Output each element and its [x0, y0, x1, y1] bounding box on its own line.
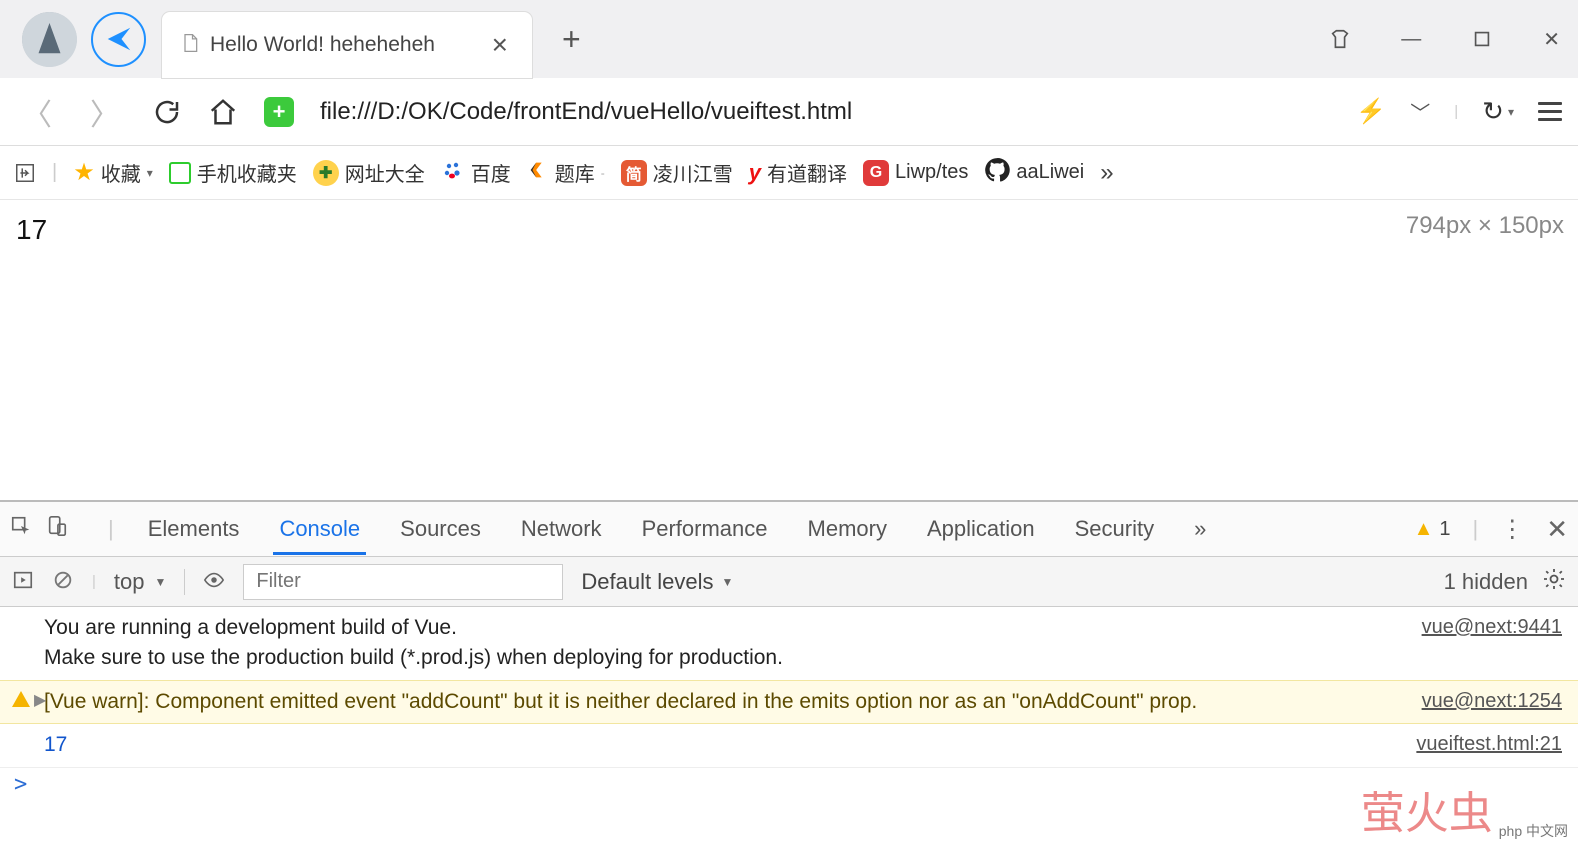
context-selector[interactable]: top▼: [114, 569, 185, 595]
restore-button[interactable]: ↻▾: [1482, 96, 1514, 127]
tiku-icon: [527, 159, 549, 187]
console-info-message: vue@next:9441 You are running a developm…: [0, 607, 1578, 680]
bolt-icon[interactable]: ⚡: [1356, 97, 1386, 126]
profile-avatar[interactable]: [22, 12, 77, 67]
console-clear-button[interactable]: [52, 569, 74, 595]
console-log-message: vueiftest.html:21 17: [0, 724, 1578, 766]
star-icon: ★: [73, 158, 95, 187]
message-source-link[interactable]: vue@next:9441: [1422, 613, 1562, 642]
menu-button[interactable]: [1538, 102, 1562, 121]
youdao-icon: y: [749, 160, 761, 186]
360-icon: ✚: [313, 160, 339, 186]
home-button[interactable]: [208, 97, 238, 127]
bookmarks-bar: | ★收藏▾ 手机收藏夹 ✚网址大全 百度 题库- 简凌川江雪 y有道翻译 GL…: [0, 146, 1578, 200]
reload-button[interactable]: [152, 97, 182, 127]
bookmark-liwp[interactable]: GLiwp/tes: [863, 160, 968, 186]
devtools-close-button[interactable]: ✕: [1546, 514, 1568, 545]
tab-memory[interactable]: Memory: [802, 504, 893, 554]
window-close-button[interactable]: ✕: [1533, 19, 1570, 60]
log-levels-selector[interactable]: Default levels▼: [581, 569, 733, 595]
hidden-count: 1 hidden: [1444, 569, 1528, 595]
tab-elements[interactable]: Elements: [142, 504, 246, 554]
counter-value: 17: [16, 214, 1562, 246]
tab-security[interactable]: Security: [1069, 504, 1160, 554]
tab-title: Hello World! heheheheh: [210, 33, 476, 57]
console-output: vue@next:9441 You are running a developm…: [0, 607, 1578, 843]
tab-console[interactable]: Console: [273, 504, 366, 555]
console-play-icon[interactable]: [12, 569, 34, 595]
baidu-icon: [441, 158, 465, 188]
live-expression-icon[interactable]: [203, 569, 225, 595]
bookmark-site-daquan[interactable]: ✚网址大全: [313, 158, 425, 187]
gitee-icon: G: [863, 160, 889, 186]
window-maximize-button[interactable]: [1461, 20, 1503, 58]
bookmark-youdao[interactable]: y有道翻译: [749, 158, 847, 187]
bookmark-mobile-fav[interactable]: 手机收藏夹: [169, 158, 297, 187]
bookmark-favorites[interactable]: ★收藏▾: [73, 158, 153, 187]
mobile-icon: [169, 162, 191, 184]
browser-tab[interactable]: Hello World! heheheheh ×: [162, 12, 532, 78]
bookmark-tiku[interactable]: 题库-: [527, 158, 605, 187]
tabs-overflow[interactable]: »: [1188, 504, 1212, 554]
message-source-link[interactable]: vueiftest.html:21: [1416, 730, 1562, 759]
shirt-icon[interactable]: [1319, 20, 1361, 58]
inspect-element-icon[interactable]: [10, 515, 32, 543]
address-bar: 〈 〉 + file:///D:/OK/Code/frontEnd/vueHel…: [0, 78, 1578, 146]
tab-performance[interactable]: Performance: [636, 504, 774, 554]
console-filter-input[interactable]: [243, 564, 563, 600]
console-toolbar: | top▼ Default levels▼ 1 hidden: [0, 557, 1578, 607]
chevron-down-icon[interactable]: ﹀: [1410, 97, 1430, 126]
message-source-link[interactable]: vue@next:1254: [1422, 687, 1562, 716]
new-tab-button[interactable]: +: [562, 21, 581, 58]
bookmark-aaliwei[interactable]: aaLiwei: [984, 157, 1084, 189]
nav-back-button[interactable]: 〈: [16, 90, 58, 134]
devtools-extension-icon[interactable]: [14, 162, 36, 184]
devtools-menu-button[interactable]: ⋮: [1500, 515, 1524, 544]
nav-forward-button[interactable]: 〉: [84, 90, 126, 134]
browser-tabstrip: Hello World! heheheheh × + — ✕: [0, 0, 1578, 78]
dimensions-label: 794px × 150px: [1406, 212, 1564, 240]
tab-sources[interactable]: Sources: [394, 504, 487, 554]
warning-triangle-icon: ▲: [1414, 518, 1434, 541]
devtools-tabs: | Elements Console Sources Network Perfo…: [0, 502, 1578, 557]
page-viewport: 17 794px × 150px: [0, 200, 1578, 500]
tab-close-button[interactable]: ×: [486, 29, 514, 61]
jianshu-icon: 简: [621, 160, 647, 186]
file-icon: [180, 33, 200, 57]
security-shield-icon[interactable]: +: [264, 97, 294, 127]
console-prompt[interactable]: >: [0, 767, 1578, 801]
device-toggle-icon[interactable]: [46, 515, 68, 543]
tab-network[interactable]: Network: [515, 504, 608, 554]
expand-arrow-icon[interactable]: ▶: [34, 689, 46, 712]
console-settings-button[interactable]: [1542, 567, 1566, 597]
github-icon: [984, 157, 1010, 189]
bookmark-lingchuan[interactable]: 简凌川江雪: [621, 158, 733, 187]
bookmarks-overflow-button[interactable]: »: [1100, 159, 1115, 187]
console-warning-message: ▶ vue@next:1254 [Vue warn]: Component em…: [0, 680, 1578, 724]
warnings-badge[interactable]: ▲1: [1414, 518, 1451, 541]
compass-icon[interactable]: [91, 12, 146, 67]
window-minimize-button[interactable]: —: [1391, 20, 1431, 59]
url-text[interactable]: file:///D:/OK/Code/frontEnd/vueHello/vue…: [320, 98, 1330, 126]
tab-application[interactable]: Application: [921, 504, 1041, 554]
devtools-panel: | Elements Console Sources Network Perfo…: [0, 500, 1578, 843]
bookmark-baidu[interactable]: 百度: [441, 158, 511, 188]
